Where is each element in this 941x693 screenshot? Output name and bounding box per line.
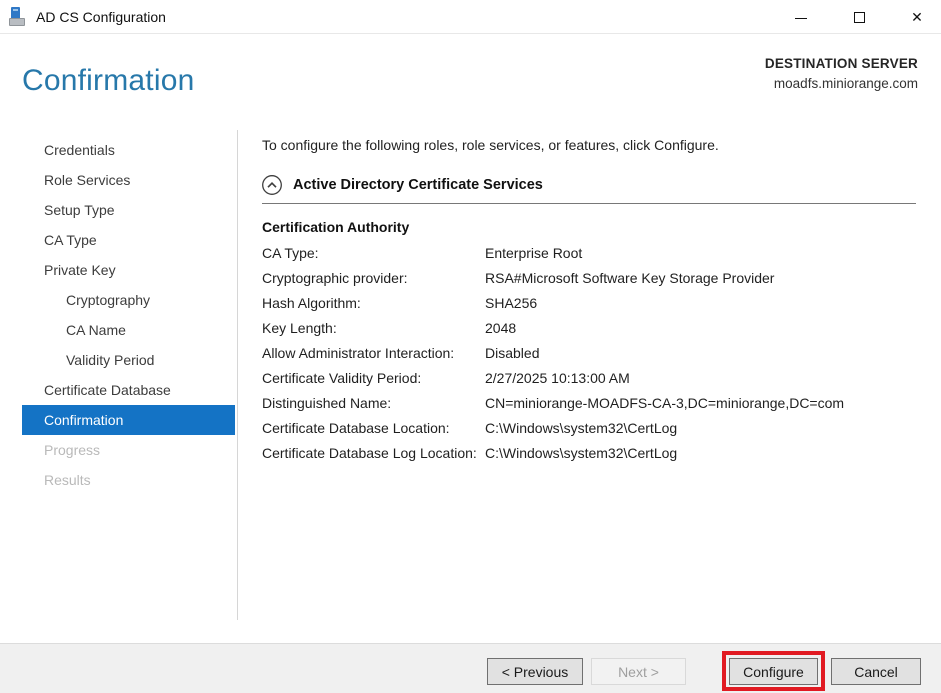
sidebar-item-progress: Progress xyxy=(22,435,235,465)
destination-server-block: DESTINATION SERVER moadfs.miniorange.com xyxy=(765,56,918,91)
confirmation-details: CA Type: Enterprise Root Cryptographic p… xyxy=(262,243,922,468)
detail-value: 2048 xyxy=(485,318,922,338)
sidebar-item-validity-period[interactable]: Validity Period xyxy=(22,345,235,375)
sidebar-item-confirmation[interactable]: Confirmation xyxy=(22,405,235,435)
detail-row-hash-algorithm: Hash Algorithm: SHA256 xyxy=(262,293,922,313)
next-button: Next > xyxy=(591,658,686,685)
detail-row-admin-interaction: Allow Administrator Interaction: Disable… xyxy=(262,343,922,363)
detail-label: Certificate Database Location: xyxy=(262,418,485,438)
sidebar-divider xyxy=(237,130,238,620)
title-bar: AD CS Configuration ✕ xyxy=(0,0,941,34)
detail-value: C:\Windows\system32\CertLog xyxy=(485,418,922,438)
server-keyboard-shape xyxy=(9,18,25,26)
destination-server-name: moadfs.miniorange.com xyxy=(765,76,918,91)
sidebar-item-ca-type[interactable]: CA Type xyxy=(22,225,235,255)
sidebar-item-cryptography[interactable]: Cryptography xyxy=(22,285,235,315)
sidebar-item-private-key[interactable]: Private Key xyxy=(22,255,235,285)
maximize-button[interactable] xyxy=(839,0,879,34)
detail-label: Hash Algorithm: xyxy=(262,293,485,313)
detail-value: C:\Windows\system32\CertLog xyxy=(485,443,922,463)
detail-label: Distinguished Name: xyxy=(262,393,485,413)
adcs-configuration-window: AD CS Configuration ✕ Confirmation DESTI… xyxy=(0,0,941,693)
intro-text: To configure the following roles, role s… xyxy=(262,137,719,153)
configure-button[interactable]: Configure xyxy=(729,658,818,685)
sidebar-item-results: Results xyxy=(22,465,235,495)
group-heading: Certification Authority xyxy=(262,219,409,235)
detail-value: Enterprise Root xyxy=(485,243,922,263)
section-rule xyxy=(262,203,916,204)
section-header[interactable]: Active Directory Certificate Services xyxy=(261,174,543,196)
maximize-icon xyxy=(854,12,865,23)
detail-label: Allow Administrator Interaction: xyxy=(262,343,485,363)
detail-value: 2/27/2025 10:13:00 AM xyxy=(485,368,922,388)
window-title: AD CS Configuration xyxy=(36,0,166,34)
sidebar-item-setup-type[interactable]: Setup Type xyxy=(22,195,235,225)
collapse-chevron-up-icon[interactable] xyxy=(261,174,283,196)
previous-button[interactable]: < Previous xyxy=(487,658,583,685)
detail-value: RSA#Microsoft Software Key Storage Provi… xyxy=(485,268,922,288)
detail-row-ca-type: CA Type: Enterprise Root xyxy=(262,243,922,263)
detail-row-key-length: Key Length: 2048 xyxy=(262,318,922,338)
detail-value: Disabled xyxy=(485,343,922,363)
detail-label: CA Type: xyxy=(262,243,485,263)
detail-value: SHA256 xyxy=(485,293,922,313)
minimize-button[interactable] xyxy=(781,0,821,34)
sidebar-item-ca-name[interactable]: CA Name xyxy=(22,315,235,345)
detail-value: CN=miniorange-MOADFS-CA-3,DC=miniorange,… xyxy=(485,393,922,413)
sidebar-item-certificate-database[interactable]: Certificate Database xyxy=(22,375,235,405)
detail-row-distinguished-name: Distinguished Name: CN=miniorange-MOADFS… xyxy=(262,393,922,413)
cancel-button[interactable]: Cancel xyxy=(831,658,921,685)
detail-label: Certificate Database Log Location: xyxy=(262,443,485,463)
detail-row-cryptographic-provider: Cryptographic provider: RSA#Microsoft So… xyxy=(262,268,922,288)
sidebar-item-credentials[interactable]: Credentials xyxy=(22,135,235,165)
detail-label: Cryptographic provider: xyxy=(262,268,485,288)
close-button[interactable]: ✕ xyxy=(897,0,937,34)
close-icon: ✕ xyxy=(911,9,923,26)
detail-row-database-location: Certificate Database Location: C:\Window… xyxy=(262,418,922,438)
wizard-step-list: Credentials Role Services Setup Type CA … xyxy=(22,135,235,495)
section-title: Active Directory Certificate Services xyxy=(293,177,543,193)
page-title: Confirmation xyxy=(22,64,194,98)
detail-row-validity-period: Certificate Validity Period: 2/27/2025 1… xyxy=(262,368,922,388)
detail-row-database-log-location: Certificate Database Log Location: C:\Wi… xyxy=(262,443,922,463)
server-manager-icon xyxy=(9,7,31,27)
sidebar-item-role-services[interactable]: Role Services xyxy=(22,165,235,195)
destination-server-label: DESTINATION SERVER xyxy=(765,56,918,71)
detail-label: Certificate Validity Period: xyxy=(262,368,485,388)
detail-label: Key Length: xyxy=(262,318,485,338)
minimize-icon xyxy=(795,18,807,19)
